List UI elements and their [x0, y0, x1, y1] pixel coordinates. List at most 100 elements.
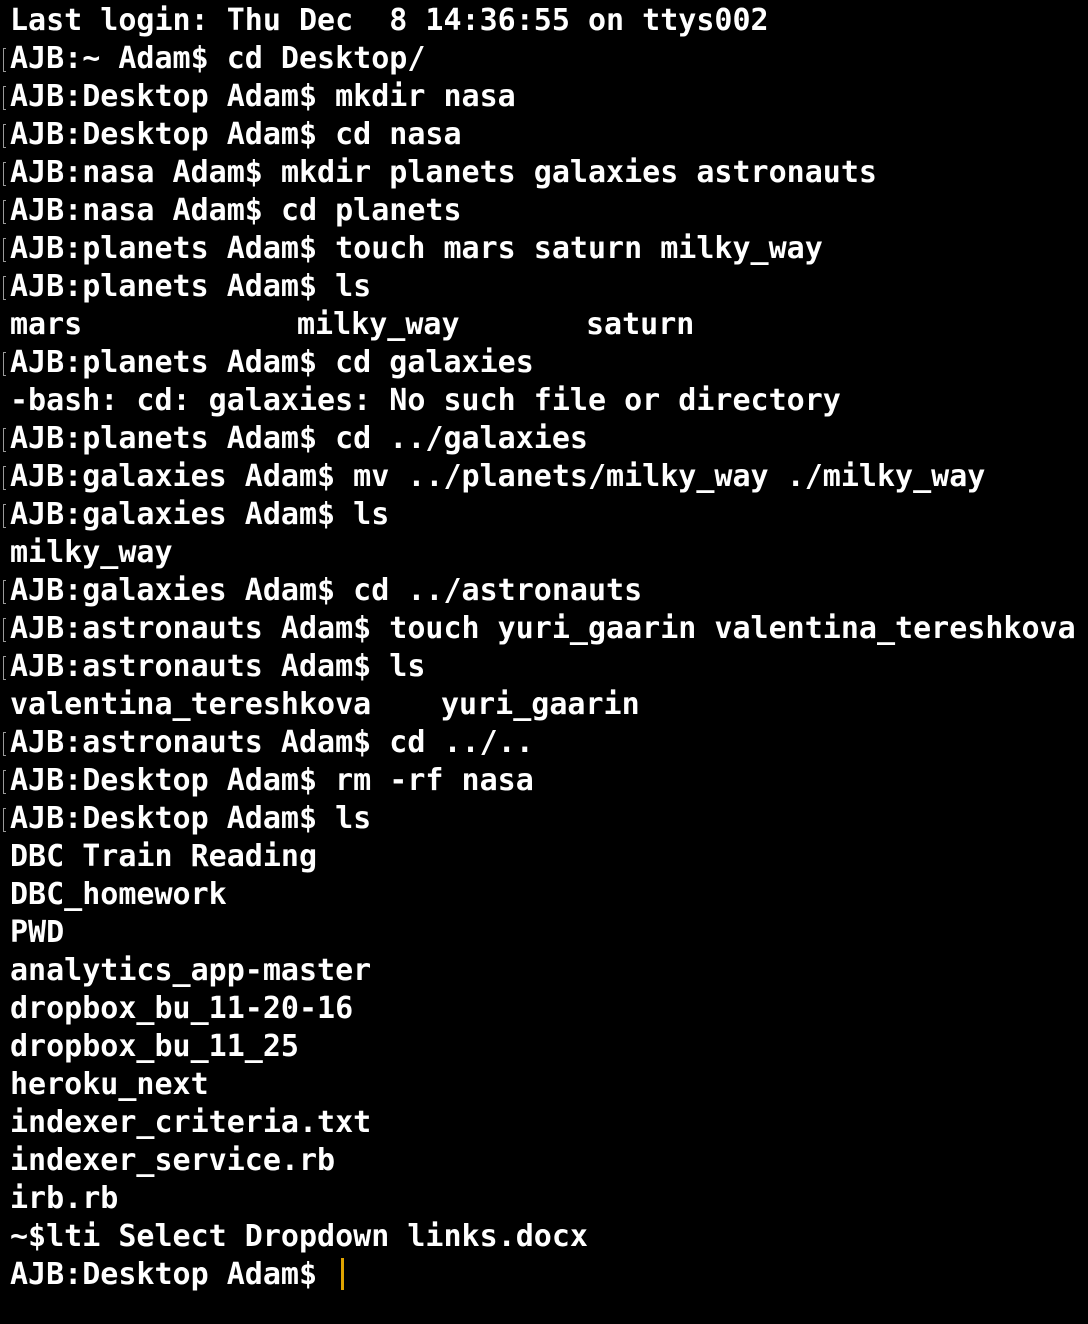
command-line: AJB:nasa Adam$ cd planets — [0, 192, 1088, 230]
prompt-mark-icon — [3, 48, 6, 72]
command-text: mkdir planets galaxies astronauts — [280, 155, 877, 190]
command-line: AJB:nasa Adam$ mkdir planets galaxies as… — [0, 154, 1088, 192]
command-line: AJB:planets Adam$ cd ../galaxies — [0, 420, 1088, 458]
command-text: mv ../planets/milky_way ./milky_way — [353, 459, 986, 494]
prompt-mark-icon — [3, 466, 6, 490]
prompt-text: AJB:~ Adam$ — [10, 41, 227, 76]
prompt-text: AJB:Desktop Adam$ — [10, 117, 336, 152]
ls-entry: dropbox_bu_11-20-16 — [10, 991, 354, 1026]
command-text: ls — [389, 649, 426, 684]
prompt-mark-icon — [3, 580, 6, 604]
prompt-mark-icon — [3, 732, 6, 756]
command-line: AJB:Desktop Adam$ ls — [0, 800, 1088, 838]
ls-entry: valentina_tereshkova — [10, 687, 372, 722]
ls-entry: dropbox_bu_11_25 — [10, 1029, 299, 1064]
command-text: ls — [353, 497, 390, 532]
ls-output-line: DBC Train Reading — [0, 838, 1088, 876]
prompt-mark-icon — [3, 200, 6, 224]
prompt-text: AJB:Desktop Adam$ — [10, 1257, 336, 1292]
command-line: AJB:galaxies Adam$ mv ../planets/milky_w… — [0, 458, 1088, 496]
command-text: cd nasa — [335, 117, 462, 152]
command-line: AJB:planets Adam$ ls — [0, 268, 1088, 306]
ls-entry: saturn — [586, 307, 695, 342]
prompt-mark-icon — [3, 618, 6, 642]
prompt-mark-icon — [3, 86, 6, 110]
prompt-text: AJB:galaxies Adam$ — [10, 459, 354, 494]
text-cursor-icon — [341, 1258, 345, 1290]
prompt-mark-icon — [3, 352, 6, 376]
prompt-text: AJB:nasa Adam$ — [10, 193, 281, 228]
command-line: AJB:galaxies Adam$ cd ../astronauts — [0, 572, 1088, 610]
command-line: AJB:galaxies Adam$ ls — [0, 496, 1088, 534]
prompt-text: AJB:astronauts Adam$ — [10, 649, 390, 684]
ls-output-line: mars milky_way saturn — [0, 306, 1088, 344]
command-line: AJB:astronauts Adam$ cd ../.. — [0, 724, 1088, 762]
ls-entry: heroku_next — [10, 1067, 209, 1102]
current-prompt-line[interactable]: AJB:Desktop Adam$ — [0, 1256, 1088, 1294]
ls-entry: milky_way — [10, 535, 173, 570]
ls-output-line: valentina_tereshkova yuri_gaarin — [0, 686, 1088, 724]
ls-output-line: analytics_app-master — [0, 952, 1088, 990]
command-text: cd ../astronauts — [353, 573, 643, 608]
ls-output-line: PWD — [0, 914, 1088, 952]
prompt-mark-icon — [3, 162, 6, 186]
prompt-text: AJB:nasa Adam$ — [10, 155, 281, 190]
ls-output-line: dropbox_bu_11-20-16 — [0, 990, 1088, 1028]
command-text: rm -rf nasa — [335, 763, 534, 798]
ls-output-line: indexer_criteria.txt — [0, 1104, 1088, 1142]
prompt-mark-icon — [3, 428, 6, 452]
prompt-text: AJB:planets Adam$ — [10, 345, 336, 380]
ls-entry: ~$lti Select Dropdown links.docx — [10, 1219, 588, 1254]
prompt-text: AJB:planets Adam$ — [10, 231, 336, 266]
terminal-window[interactable]: Last login: Thu Dec 8 14:36:55 on ttys00… — [0, 0, 1088, 1324]
ls-entry: yuri_gaarin — [441, 687, 640, 722]
ls-entry: irb.rb — [10, 1181, 119, 1216]
command-text: cd planets — [280, 193, 462, 228]
command-line: AJB:Desktop Adam$ mkdir nasa — [0, 78, 1088, 116]
prompt-mark-icon — [3, 808, 6, 832]
command-line: AJB:~ Adam$ cd Desktop/ — [0, 40, 1088, 78]
prompt-mark-icon — [3, 238, 6, 262]
command-line: AJB:planets Adam$ cd galaxies — [0, 344, 1088, 382]
command-text: ls — [335, 269, 372, 304]
last-login-text: Last login: Thu Dec 8 14:36:55 on ttys00… — [10, 3, 769, 38]
ls-output-line: heroku_next — [0, 1066, 1088, 1104]
prompt-text: AJB:astronauts Adam$ — [10, 611, 390, 646]
command-line: AJB:planets Adam$ touch mars saturn milk… — [0, 230, 1088, 268]
prompt-mark-icon — [3, 656, 6, 680]
prompt-mark-icon — [3, 770, 6, 794]
ls-output-line: dropbox_bu_11_25 — [0, 1028, 1088, 1066]
error-output-line: -bash: cd: galaxies: No such file or dir… — [0, 382, 1088, 420]
prompt-text: AJB:Desktop Adam$ — [10, 801, 336, 836]
error-text: -bash: cd: galaxies: No such file or dir… — [10, 383, 841, 418]
prompt-text: AJB:planets Adam$ — [10, 269, 336, 304]
command-text: touch yuri_gaarin valentina_tereshkova — [389, 611, 1076, 646]
last-login-line: Last login: Thu Dec 8 14:36:55 on ttys00… — [0, 2, 1088, 40]
ls-entry: indexer_service.rb — [10, 1143, 336, 1178]
ls-output-line: DBC_homework — [0, 876, 1088, 914]
command-line: AJB:astronauts Adam$ touch yuri_gaarin v… — [0, 610, 1088, 648]
ls-entry: PWD — [10, 915, 65, 950]
prompt-text: AJB:planets Adam$ — [10, 421, 336, 456]
prompt-mark-icon — [3, 276, 6, 300]
command-line: AJB:Desktop Adam$ cd nasa — [0, 116, 1088, 154]
prompt-text: AJB:Desktop Adam$ — [10, 763, 336, 798]
ls-entry: DBC Train Reading — [10, 839, 318, 874]
command-text: touch mars saturn milky_way — [335, 231, 823, 266]
command-line: AJB:astronauts Adam$ ls — [0, 648, 1088, 686]
ls-entry: indexer_criteria.txt — [10, 1105, 372, 1140]
prompt-text: AJB:astronauts Adam$ — [10, 725, 390, 760]
command-text: cd Desktop/ — [226, 41, 426, 76]
prompt-text: AJB:Desktop Adam$ — [10, 79, 336, 114]
prompt-text: AJB:galaxies Adam$ — [10, 573, 354, 608]
ls-entry: milky_way — [297, 307, 460, 342]
ls-entry: mars — [10, 307, 83, 342]
command-text: ls — [335, 801, 372, 836]
command-text: cd ../galaxies — [335, 421, 588, 456]
command-text: cd galaxies — [335, 345, 534, 380]
prompt-mark-icon — [3, 124, 6, 148]
ls-output-line: indexer_service.rb — [0, 1142, 1088, 1180]
command-text: cd ../.. — [389, 725, 534, 760]
prompt-text: AJB:galaxies Adam$ — [10, 497, 354, 532]
prompt-mark-icon — [3, 504, 6, 528]
